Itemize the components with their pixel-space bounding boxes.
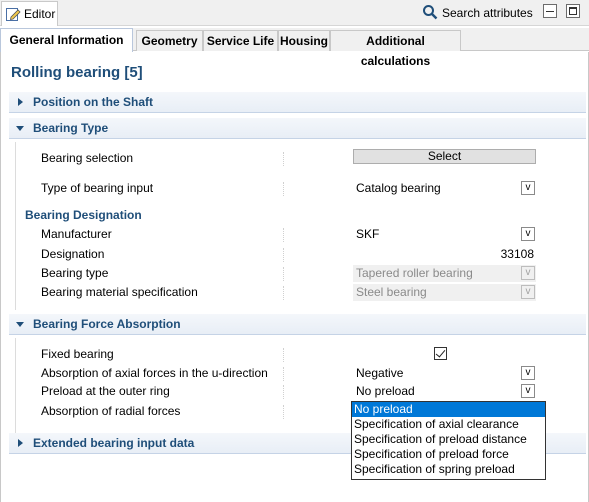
axial-absorption-label: Absorption of axial forces in the u-dire… bbox=[41, 366, 268, 380]
section-label: Extended bearing input data bbox=[33, 436, 195, 450]
option-axial-clearance[interactable]: Specification of axial clearance bbox=[352, 417, 545, 432]
section-label: Bearing Force Absorption bbox=[33, 317, 181, 331]
search-icon bbox=[422, 4, 438, 23]
maximize-button[interactable] bbox=[566, 4, 580, 18]
fixed-bearing-checkbox[interactable] bbox=[434, 347, 447, 360]
row-preload-outer-ring: Preload at the outer ring No preload v bbox=[16, 383, 588, 401]
section-bearing-force-absorption[interactable]: Bearing Force Absorption bbox=[9, 314, 586, 335]
row-bearing-material: Bearing material specification Steel bea… bbox=[16, 284, 588, 302]
radial-absorption-label: Absorption of radial forces bbox=[41, 404, 181, 418]
editor-view-tab[interactable]: Editor bbox=[1, 1, 58, 26]
chevron-down-icon: v bbox=[521, 285, 535, 299]
chevron-down-icon[interactable]: v bbox=[521, 181, 535, 195]
page-title: Rolling bearing [5] bbox=[11, 64, 143, 81]
option-preload-distance[interactable]: Specification of preload distance bbox=[352, 432, 545, 447]
bearing-designation-header: Bearing Designation bbox=[25, 208, 142, 222]
bearing-type-label: Bearing type bbox=[41, 266, 109, 280]
axial-absorption-select[interactable]: Negative v bbox=[353, 365, 536, 382]
preload-select[interactable]: No preload v bbox=[353, 383, 536, 400]
tab-general-information[interactable]: General Information bbox=[0, 28, 133, 52]
option-no-preload[interactable]: No preload bbox=[352, 402, 545, 417]
bearing-input-type-select[interactable]: Catalog bearing v bbox=[353, 180, 536, 197]
bearing-input-type-label: Type of bearing input bbox=[41, 181, 154, 195]
expand-icon bbox=[13, 95, 27, 109]
edit-icon bbox=[5, 6, 21, 22]
fixed-bearing-label: Fixed bearing bbox=[41, 347, 114, 361]
chevron-down-icon[interactable]: v bbox=[521, 384, 535, 398]
bearing-selection-label: Bearing selection bbox=[41, 151, 134, 165]
row-fixed-bearing: Fixed bearing bbox=[16, 346, 588, 364]
designation-label: Designation bbox=[41, 247, 105, 261]
tab-service-life[interactable]: Service Life bbox=[203, 30, 278, 51]
section-position-on-shaft[interactable]: Position on the Shaft bbox=[9, 92, 586, 113]
row-bearing-type: Bearing type Tapered roller bearing v bbox=[16, 265, 588, 283]
section-label: Bearing Type bbox=[33, 121, 109, 135]
bearing-material-label: Bearing material specification bbox=[41, 285, 198, 299]
section-bearing-type[interactable]: Bearing Type bbox=[9, 118, 586, 139]
manufacturer-select[interactable]: SKF v bbox=[353, 226, 536, 243]
view-bar: Editor Search attributes bbox=[0, 0, 589, 26]
chevron-down-icon[interactable]: v bbox=[521, 366, 535, 380]
tab-geometry[interactable]: Geometry bbox=[136, 30, 203, 51]
search-attributes-label: Search attributes bbox=[442, 6, 533, 20]
row-manufacturer: Manufacturer SKF v bbox=[16, 226, 588, 244]
designation-field[interactable]: 33108 bbox=[353, 246, 536, 263]
search-attributes[interactable]: Search attributes bbox=[422, 3, 533, 23]
select-bearing-button[interactable]: Select bbox=[353, 149, 536, 164]
chevron-down-icon: v bbox=[521, 266, 535, 280]
editor-tab-label: Editor bbox=[24, 7, 56, 21]
bearing-type-select: Tapered roller bearing v bbox=[353, 265, 536, 282]
tab-bar: General Information Geometry Service Lif… bbox=[0, 28, 589, 68]
expand-icon bbox=[13, 436, 27, 450]
collapse-icon bbox=[13, 317, 27, 331]
row-bearing-selection: Bearing selection Select bbox=[16, 149, 588, 168]
preload-outer-ring-label: Preload at the outer ring bbox=[41, 384, 170, 398]
chevron-down-icon[interactable]: v bbox=[521, 227, 535, 241]
option-preload-force[interactable]: Specification of preload force bbox=[352, 447, 545, 462]
preload-dropdown-list: No preload Specification of axial cleara… bbox=[351, 401, 546, 480]
row-axial-absorption: Absorption of axial forces in the u-dire… bbox=[16, 365, 588, 383]
collapse-icon bbox=[13, 121, 27, 135]
row-designation: Designation 33108 bbox=[16, 246, 588, 264]
tab-housing[interactable]: Housing bbox=[278, 30, 330, 51]
section-label: Position on the Shaft bbox=[33, 95, 153, 109]
manufacturer-label: Manufacturer bbox=[41, 227, 112, 241]
tab-additional-calculations[interactable]: Additional calculations bbox=[330, 30, 461, 68]
bearing-material-select: Steel bearing v bbox=[353, 284, 536, 301]
minimize-button[interactable] bbox=[543, 4, 557, 18]
bearing-type-body: Bearing selection Select Type of bearing… bbox=[15, 142, 587, 310]
row-bearing-input-type: Type of bearing input Catalog bearing v bbox=[16, 180, 588, 198]
option-spring-preload[interactable]: Specification of spring preload bbox=[352, 462, 545, 477]
